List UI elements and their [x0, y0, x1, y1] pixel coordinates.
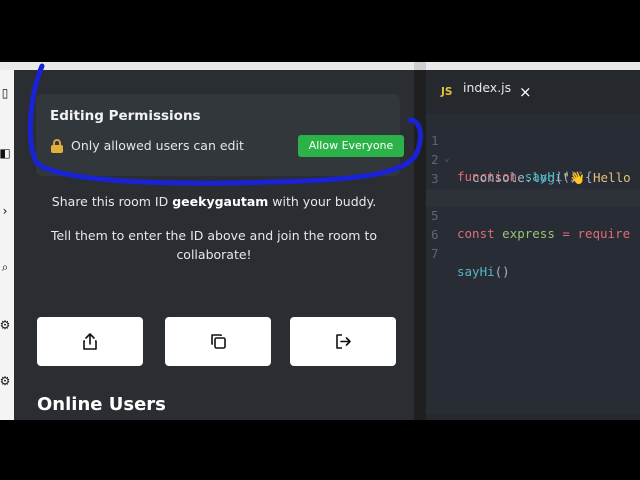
code-line: 2 console.log("👋 Hello: [426, 133, 640, 185]
code-line: 7 sayHi(): [426, 227, 640, 279]
tab-filename: index.js: [463, 80, 512, 95]
leave-icon: [336, 334, 351, 349]
lock-icon: [50, 138, 64, 153]
online-users-heading: Online Users: [37, 394, 166, 415]
share-instructions: Tell them to enter the ID above and join…: [50, 228, 378, 262]
share-suffix: with your buddy.: [268, 194, 377, 209]
panel-divider[interactable]: [414, 70, 426, 420]
screen: ▯ ◧ › ⌕ ⚙ ⚙ Editing Permissions Only all…: [0, 0, 640, 480]
settings-icon[interactable]: ⚙: [0, 374, 12, 388]
share-button[interactable]: [37, 317, 143, 366]
allow-everyone-button[interactable]: Allow Everyone: [298, 135, 404, 157]
gear-icon[interactable]: ⚙: [0, 318, 12, 332]
app-window: ▯ ◧ › ⌕ ⚙ ⚙ Editing Permissions Only all…: [0, 70, 640, 420]
tab-bar: [546, 70, 640, 110]
code-line: 4: [426, 171, 640, 205]
line-number: 7: [431, 246, 439, 261]
room-sidebar: Editing Permissions Only allowed users c…: [14, 70, 414, 420]
copy-id-button[interactable]: [165, 317, 271, 366]
room-id: geekygautam: [172, 194, 269, 209]
icon-bar: ▯ ◧ › ⌕ ⚙ ⚙: [0, 70, 14, 420]
close-tab-icon[interactable]: ×: [519, 83, 532, 101]
permissions-title: Editing Permissions: [50, 108, 201, 124]
permissions-status-text: Only allowed users can edit: [71, 138, 244, 153]
browser-top-strip: [0, 62, 640, 70]
permissions-status: Only allowed users can edit: [50, 138, 244, 153]
line-text: sayHi(): [457, 264, 510, 279]
code-line-active: 5 const express = require: [426, 189, 640, 241]
share-room-text: Share this room ID geekygautam with your…: [14, 194, 414, 209]
js-file-icon: JS: [441, 86, 453, 98]
run-icon[interactable]: ›: [0, 204, 12, 218]
permissions-card: Editing Permissions Only allowed users c…: [36, 94, 404, 176]
leave-room-button[interactable]: [290, 317, 396, 366]
code-editor: JS index.js × 1 ⌄ function sayHi() { 2 c…: [426, 70, 640, 420]
code-line: 3 }: [426, 152, 640, 204]
file-icon[interactable]: ▯: [0, 86, 12, 100]
code-area[interactable]: 1 ⌄ function sayHi() { 2 console.log("👋 …: [426, 114, 640, 414]
code-line: 6: [426, 208, 640, 242]
editor-tab[interactable]: JS index.js ×: [426, 70, 546, 110]
copy-icon: [211, 334, 226, 349]
share-prefix: Share this room ID: [51, 194, 173, 209]
share-icon: [83, 333, 97, 350]
bookmark-icon[interactable]: ◧: [0, 146, 12, 160]
search-icon[interactable]: ⌕: [0, 260, 12, 274]
code-line: 1 ⌄ function sayHi() {: [426, 114, 640, 184]
